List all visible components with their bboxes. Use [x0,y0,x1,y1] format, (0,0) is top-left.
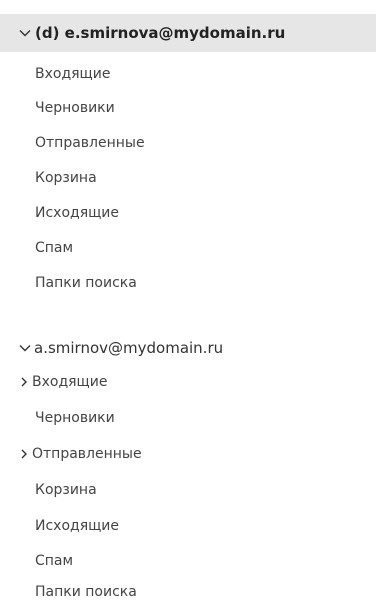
folder-pane: (d) e.smirnova@mydomain.ru Входящие Черн… [0,0,376,601]
folder-label: Черновики [35,410,115,426]
folder-label: Отправленные [32,446,142,462]
chevron-right-icon[interactable] [19,449,29,459]
account-name: a.smirnov@mydomain.ru [34,339,224,357]
account-header-a-smirnov[interactable]: a.smirnov@mydomain.ru [0,331,376,365]
folder-search-folders[interactable]: Папки поиска [0,271,376,295]
folder-sent[interactable]: Отправленные [0,442,376,466]
folder-label: Исходящие [35,205,120,221]
folder-label: Папки поиска [35,584,137,600]
folder-drafts[interactable]: Черновики [0,96,376,120]
folder-sent[interactable]: Отправленные [0,131,376,155]
folder-label: Входящие [32,374,108,390]
folder-label: Входящие [35,66,111,82]
folder-label: Папки поиска [35,275,137,291]
account-header-e-smirnova[interactable]: (d) e.smirnova@mydomain.ru [0,14,376,52]
folder-search-folders[interactable]: Папки поиска [0,580,376,601]
folder-spam[interactable]: Спам [0,549,376,573]
folder-trash[interactable]: Корзина [0,166,376,190]
folder-outbox[interactable]: Исходящие [0,201,376,225]
folder-label: Отправленные [35,135,145,151]
folder-label: Исходящие [35,518,120,534]
folder-spam[interactable]: Спам [0,236,376,260]
folder-trash[interactable]: Корзина [0,478,376,502]
account-name: (d) e.smirnova@mydomain.ru [35,24,286,42]
folder-label: Корзина [35,482,97,498]
chevron-right-icon[interactable] [19,377,29,387]
folder-inbox[interactable]: Входящие [0,370,376,394]
folder-inbox[interactable]: Входящие [0,62,376,86]
folder-label: Корзина [35,170,97,186]
folder-label: Черновики [35,100,115,116]
chevron-down-icon[interactable] [19,27,31,39]
folder-outbox[interactable]: Исходящие [0,514,376,538]
folder-label: Спам [35,553,74,569]
folder-drafts[interactable]: Черновики [0,406,376,430]
folder-label: Спам [35,240,74,256]
chevron-down-icon[interactable] [19,342,31,354]
